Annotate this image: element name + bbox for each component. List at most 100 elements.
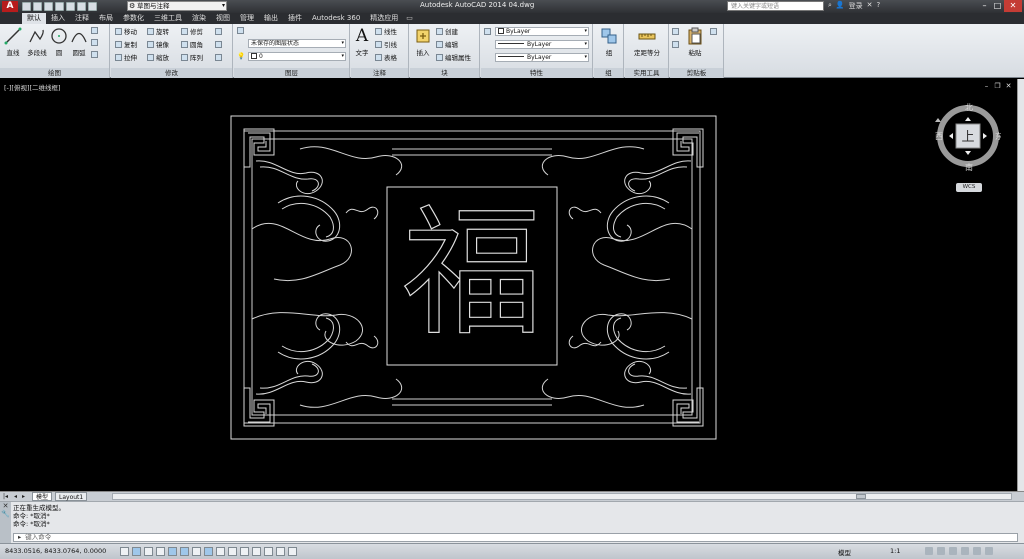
lineweight-dropdown[interactable]: ByLayer ▾: [495, 53, 589, 62]
insert-button[interactable]: 插入: [412, 27, 434, 57]
model-space-button[interactable]: 模型: [838, 547, 851, 557]
osnap-toggle[interactable]: [180, 547, 189, 556]
first-tab-icon[interactable]: |◂: [3, 492, 8, 501]
groups-panel-title[interactable]: 组: [594, 68, 623, 78]
block-panel-title[interactable]: 块: [410, 68, 479, 78]
close-icon[interactable]: ✕: [0, 502, 11, 510]
text-button[interactable]: A 文字: [352, 27, 372, 57]
tab-3d-tools[interactable]: 三维工具: [149, 13, 187, 24]
tab-plugins[interactable]: 插件: [283, 13, 307, 24]
lineweight-toggle[interactable]: [240, 547, 249, 556]
next-tab-icon[interactable]: ▸: [22, 492, 25, 501]
scale-button[interactable]: 缩放: [147, 54, 169, 63]
tab-render[interactable]: 渲染: [187, 13, 211, 24]
undo-icon[interactable]: [77, 2, 86, 11]
save-as-icon[interactable]: [55, 2, 64, 11]
quick-properties-toggle[interactable]: [264, 547, 273, 556]
edit-block-button[interactable]: 编辑: [436, 41, 458, 50]
copy-clip-icon[interactable]: [672, 28, 681, 37]
explode-icon[interactable]: [215, 41, 224, 50]
viewport-label[interactable]: [-][俯视][二维线框]: [4, 82, 61, 92]
layers-panel-title[interactable]: 图层: [234, 68, 349, 78]
lock-icon[interactable]: [949, 547, 957, 555]
edit-attributes-button[interactable]: 编辑属性: [436, 54, 471, 63]
ribbon-toggle-icon[interactable]: ▭: [403, 13, 416, 24]
rectangle-tool-icon[interactable]: [91, 27, 100, 36]
dyn-toggle[interactable]: [228, 547, 237, 556]
search-icon[interactable]: ⌕: [828, 1, 832, 11]
draw-panel-title[interactable]: 绘图: [0, 68, 109, 78]
properties-panel-title[interactable]: 特性: [481, 68, 592, 78]
autocad-logo-icon[interactable]: A: [2, 1, 18, 12]
exchange-icon[interactable]: ✕: [867, 1, 873, 11]
workspace-switching-icon[interactable]: [937, 547, 945, 555]
clean-screen-icon[interactable]: [985, 547, 993, 555]
vertical-scrollbar[interactable]: [1017, 79, 1024, 491]
command-input[interactable]: ▸ 键入命令: [13, 533, 1018, 542]
annotation-scale-dropdown[interactable]: 1:1: [890, 547, 900, 555]
coordinate-readout[interactable]: 8433.0516, 8433.0764, 0.0000: [5, 547, 106, 555]
compass-east[interactable]: 东: [995, 131, 1001, 141]
tab-parametric[interactable]: 参数化: [118, 13, 149, 24]
stretch-button[interactable]: 拉伸: [115, 54, 137, 63]
trim-button[interactable]: 修剪: [181, 28, 203, 37]
arc-button[interactable]: 圆弧: [68, 27, 90, 57]
transparency-toggle[interactable]: [252, 547, 261, 556]
tab-output[interactable]: 输出: [259, 13, 283, 24]
annotation-monitor-toggle[interactable]: [288, 547, 297, 556]
minimize-button[interactable]: –: [978, 0, 991, 12]
leader-button[interactable]: 引线: [375, 41, 397, 50]
tab-layout[interactable]: 布局: [94, 13, 118, 24]
compass-south[interactable]: 南: [965, 162, 973, 172]
user-icon[interactable]: 👤: [836, 1, 845, 11]
layer-properties-icon[interactable]: [237, 27, 246, 36]
measure-button[interactable]: 定距等分: [628, 27, 666, 57]
tab-autodesk-360[interactable]: Autodesk 360: [307, 13, 365, 24]
hardware-acceleration-icon[interactable]: [961, 547, 969, 555]
annotation-panel-title[interactable]: 注释: [351, 68, 408, 78]
drawing-viewport[interactable]: 福 [-][俯视][二维线框] – ❐ ✕ 上 北 南 东 西 WCS: [0, 79, 1017, 491]
compass-north[interactable]: 北: [965, 103, 973, 112]
horizontal-scroll-thumb[interactable]: [856, 494, 866, 499]
isolate-objects-icon[interactable]: [973, 547, 981, 555]
move-button[interactable]: 移动: [115, 28, 137, 37]
annotation-visibility-icon[interactable]: [925, 547, 933, 555]
rotate-button[interactable]: 旋转: [147, 28, 169, 37]
erase-icon[interactable]: [215, 28, 224, 37]
tab-layout1[interactable]: Layout1: [55, 492, 88, 501]
clip-close-icon[interactable]: [710, 28, 719, 37]
selection-cycling-toggle[interactable]: [276, 547, 285, 556]
circle-button[interactable]: 圆: [48, 27, 70, 57]
infer-constraints-toggle[interactable]: [120, 547, 129, 556]
redo-icon[interactable]: [88, 2, 97, 11]
polar-toggle[interactable]: [168, 547, 177, 556]
copy-button[interactable]: 复制: [115, 41, 137, 50]
cut-clip-icon[interactable]: [672, 41, 681, 50]
otrack-toggle[interactable]: [204, 547, 213, 556]
viewcube[interactable]: 上 北 南 东 西: [933, 100, 1001, 185]
layer-state-dropdown[interactable]: 未保存的图层状态 ▾: [248, 39, 346, 48]
workspace-dropdown[interactable]: ⚙ 草图与注释 ▾: [127, 1, 227, 11]
hatch-tool-icon[interactable]: [91, 51, 100, 60]
match-properties-icon[interactable]: [484, 28, 493, 37]
ortho-toggle[interactable]: [156, 547, 165, 556]
signin-link[interactable]: 登录: [849, 1, 863, 11]
compass-west[interactable]: 西: [935, 132, 943, 141]
tab-view[interactable]: 视图: [211, 13, 235, 24]
horizontal-scrollbar[interactable]: [112, 493, 1012, 500]
new-file-icon[interactable]: [22, 2, 31, 11]
linetype-dropdown[interactable]: ByLayer ▾: [495, 40, 589, 49]
linear-dimension-button[interactable]: 线性: [375, 28, 397, 37]
command-line-grip[interactable]: ✕ 🔧: [0, 502, 11, 544]
tab-model[interactable]: 模型: [32, 492, 53, 501]
modify-panel-title[interactable]: 修改: [111, 68, 232, 78]
tab-insert[interactable]: 插入: [46, 13, 70, 24]
polyline-button[interactable]: 多段线: [26, 27, 48, 57]
table-button[interactable]: 表格: [375, 54, 397, 63]
tab-featured-apps[interactable]: 精选应用: [365, 13, 403, 24]
snap-toggle[interactable]: [132, 547, 141, 556]
search-input[interactable]: 键入关键字或短语: [727, 1, 824, 11]
offset-icon[interactable]: [215, 54, 224, 63]
save-icon[interactable]: [44, 2, 53, 11]
ellipse-tool-icon[interactable]: [91, 39, 100, 48]
